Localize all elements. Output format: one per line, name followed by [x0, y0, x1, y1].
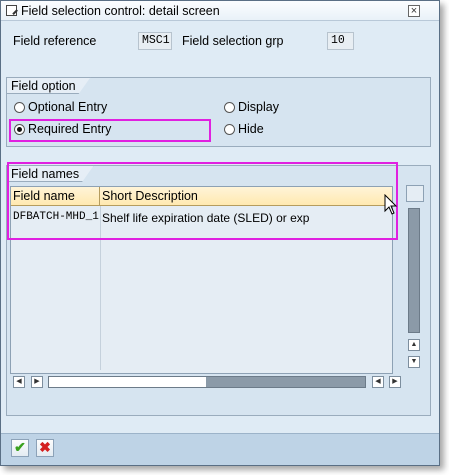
field-names-highlight — [7, 162, 398, 240]
radio-button[interactable] — [14, 101, 25, 113]
radio-button[interactable] — [224, 123, 235, 135]
radio-hide[interactable]: Hide — [224, 122, 264, 136]
confirm-button[interactable]: ✔ — [11, 439, 29, 457]
radio-display[interactable]: Display — [224, 100, 279, 114]
field-selection-group-value[interactable]: 10 — [327, 32, 354, 50]
cancel-button[interactable]: ✖ — [36, 439, 54, 457]
close-button[interactable]: × — [408, 5, 420, 17]
radio-label: Optional Entry — [28, 100, 108, 114]
horizontal-scrollbar-track[interactable] — [48, 376, 366, 388]
scroll-up-button[interactable]: ▲ — [408, 339, 420, 351]
vertical-scrollbar-track[interactable] — [408, 208, 420, 333]
radio-label: Hide — [238, 122, 264, 136]
field-selection-group-label: Field selection grp — [182, 34, 284, 48]
radio-button[interactable] — [224, 101, 235, 113]
scroll-right-end-button[interactable]: ▶ — [389, 376, 401, 388]
window-title: Field selection control: detail screen — [21, 4, 220, 18]
edit-icon — [6, 5, 17, 16]
scroll-left-button[interactable]: ◀ — [13, 376, 25, 388]
radio-label: Display — [238, 100, 279, 114]
radio-optional-entry[interactable]: Optional Entry — [14, 100, 107, 114]
scroll-left-end-button[interactable]: ◀ — [372, 376, 384, 388]
title-bar: Field selection control: detail screen × — [1, 1, 439, 21]
scroll-down-button[interactable]: ▼ — [408, 356, 420, 368]
dialog-footer: ✔ ✖ — [1, 433, 439, 465]
field-reference-label: Field reference — [13, 34, 97, 48]
mouse-pointer-icon — [384, 194, 398, 215]
field-reference-value[interactable]: MSC1 — [138, 32, 172, 50]
dialog-window: Field selection control: detail screen ×… — [0, 0, 440, 466]
required-entry-highlight — [9, 119, 211, 142]
table-settings-corner[interactable] — [406, 185, 424, 202]
field-option-title: Field option — [7, 77, 91, 94]
horizontal-scrollbar-thumb[interactable] — [49, 377, 206, 387]
scroll-right-button[interactable]: ▶ — [31, 376, 43, 388]
